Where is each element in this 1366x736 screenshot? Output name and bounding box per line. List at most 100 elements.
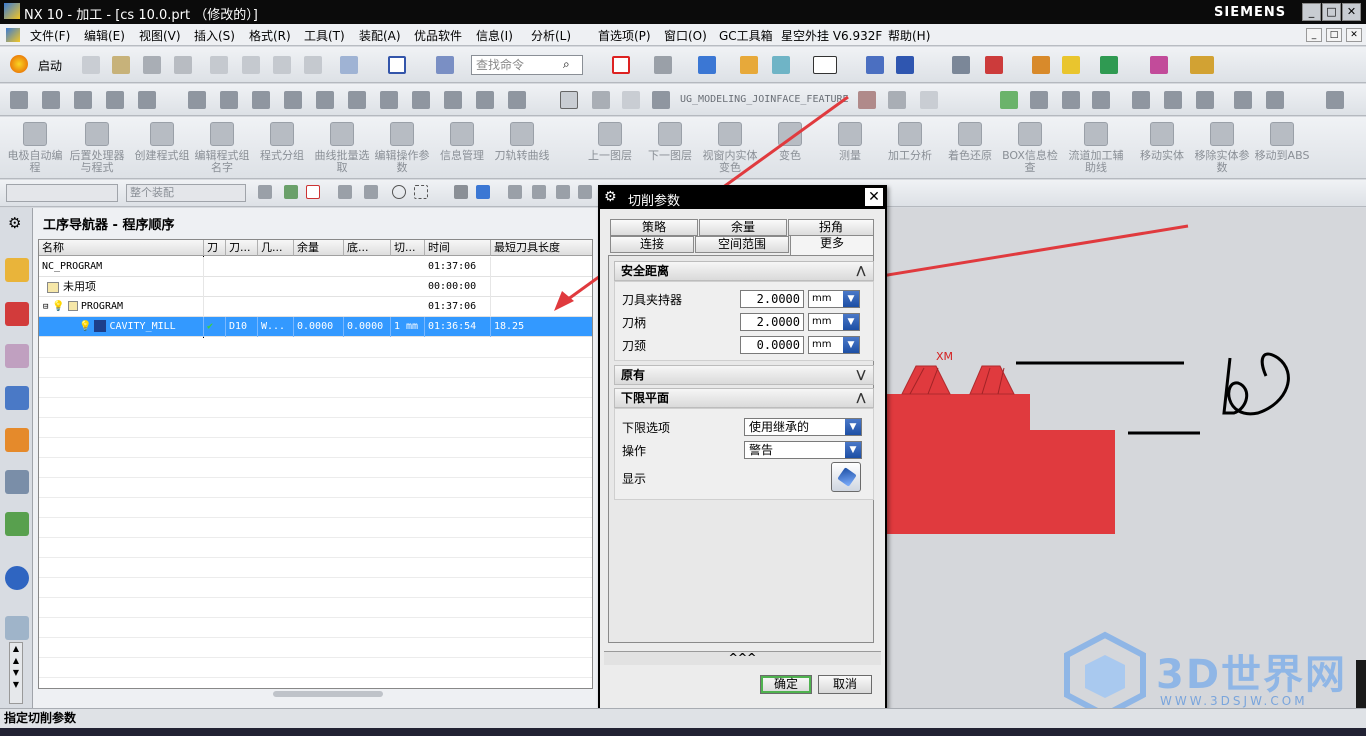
- cam-tool-12-icon[interactable]: [380, 91, 398, 109]
- collapse-up-icon[interactable]: ⋀: [853, 263, 869, 279]
- tool-e-icon[interactable]: [1164, 91, 1182, 109]
- edit-operation-params-button[interactable]: 编辑操作参数: [373, 122, 431, 174]
- col-tool[interactable]: 刀...: [226, 240, 258, 256]
- scope-filter-select[interactable]: 整个装配: [126, 184, 246, 202]
- col-floor[interactable]: 底...: [344, 240, 391, 256]
- col-tool-status[interactable]: 刀: [204, 240, 226, 256]
- tab-stock[interactable]: 余量: [699, 219, 787, 236]
- new-file-icon[interactable]: [82, 56, 100, 74]
- delete-icon[interactable]: [304, 56, 322, 74]
- menu-youpin[interactable]: 优品软件: [414, 27, 462, 44]
- machining-analysis-button[interactable]: 加工分析: [881, 122, 939, 162]
- feature-tool-2-icon[interactable]: [888, 91, 906, 109]
- csys-icon[interactable]: [985, 56, 1003, 74]
- shank-value-input[interactable]: 2.0000: [740, 313, 804, 331]
- cube-view-icon[interactable]: [698, 56, 716, 74]
- tool-g-icon[interactable]: [1234, 91, 1252, 109]
- menu-file[interactable]: 文件(F): [30, 27, 70, 44]
- tab-connection[interactable]: 连接: [610, 236, 694, 253]
- cam-tool-13-icon[interactable]: [412, 91, 430, 109]
- cam-tool-16-icon[interactable]: [508, 91, 526, 109]
- program-grouping-button[interactable]: 程式分组: [253, 122, 311, 162]
- constraint-navigator-icon[interactable]: [5, 302, 29, 326]
- type-filter-select[interactable]: [6, 184, 118, 202]
- grid-icon[interactable]: [1150, 56, 1168, 74]
- menu-analysis[interactable]: 分析(L): [531, 27, 571, 44]
- horizontal-scrollbar[interactable]: [273, 691, 383, 697]
- cam-tool-11-icon[interactable]: [348, 91, 366, 109]
- dialog-gear-icon[interactable]: ⚙: [604, 189, 617, 205]
- action-select[interactable]: 警告 ▼: [744, 441, 862, 459]
- filter-tool-6-icon[interactable]: [454, 185, 468, 199]
- analysis-icon[interactable]: [1062, 56, 1080, 74]
- table-row[interactable]: NC_PROGRAM 01:37:06: [39, 257, 592, 277]
- box-info-check-button[interactable]: BOX信息检查: [1001, 122, 1059, 174]
- menu-edit[interactable]: 编辑(E): [84, 27, 125, 44]
- menu-xingkong[interactable]: 星空外挂 V6.932F: [781, 27, 882, 44]
- filter-tool-7-icon[interactable]: [508, 185, 522, 199]
- cam-tool-4-icon[interactable]: [106, 91, 124, 109]
- section-lower-limit-header[interactable]: 下限平面 ⋀: [614, 388, 874, 408]
- electrode-auto-button[interactable]: 电极自动编程: [6, 122, 64, 174]
- fit-view-icon[interactable]: [612, 56, 630, 74]
- tool-c-icon[interactable]: [1092, 91, 1110, 109]
- menu-info[interactable]: 信息(I): [476, 27, 513, 44]
- background-color-icon[interactable]: [813, 56, 837, 74]
- maximize-button[interactable]: □: [1322, 3, 1341, 21]
- save-icon[interactable]: [143, 56, 161, 74]
- paste-icon[interactable]: [273, 56, 291, 74]
- play-icon[interactable]: [1100, 56, 1118, 74]
- remove-body-params-button[interactable]: 移除实体参数: [1193, 122, 1251, 174]
- restore-shading-button[interactable]: 着色还原: [941, 122, 999, 162]
- col-name[interactable]: 名称: [39, 240, 204, 256]
- menu-gc-toolbox[interactable]: GC工具箱: [719, 27, 773, 44]
- cam-tool-15-icon[interactable]: [476, 91, 494, 109]
- filter-tool-3-icon[interactable]: [306, 185, 320, 199]
- dialog-close-button[interactable]: ✕: [865, 188, 883, 206]
- tool-i-icon[interactable]: [1326, 91, 1344, 109]
- part-navigator-icon[interactable]: [5, 344, 29, 368]
- curve-batch-button[interactable]: 曲线批量选取: [313, 122, 371, 174]
- create-program-group-button[interactable]: 创建程式组: [133, 122, 191, 162]
- menu-view[interactable]: 视图(V): [139, 27, 181, 44]
- tool-d-icon[interactable]: [1132, 91, 1150, 109]
- filter-tool-4-icon[interactable]: [338, 185, 352, 199]
- cam-tool-1-icon[interactable]: [10, 91, 28, 109]
- tab-corner[interactable]: 拐角: [788, 219, 874, 236]
- cam-tool-6-icon[interactable]: [188, 91, 206, 109]
- table-row[interactable]: 未用项 00:00:00: [39, 277, 592, 297]
- tool-h-icon[interactable]: [1266, 91, 1284, 109]
- search-icon[interactable]: ⌕: [563, 57, 570, 72]
- close-button[interactable]: ✕: [1342, 3, 1361, 21]
- reuse-library-icon[interactable]: [5, 470, 29, 494]
- tool-f-icon[interactable]: [1196, 91, 1214, 109]
- filter-tool-5-icon[interactable]: [364, 185, 378, 199]
- tool-a-icon[interactable]: [1030, 91, 1048, 109]
- doc-minimize-button[interactable]: _: [1306, 28, 1322, 42]
- filter-cube-icon[interactable]: [476, 185, 490, 199]
- menu-window[interactable]: 窗口(O): [664, 27, 707, 44]
- library-icon[interactable]: [5, 512, 29, 536]
- info-icon[interactable]: [5, 566, 29, 590]
- tab-strategy[interactable]: 策略: [610, 219, 698, 236]
- section-legacy-header[interactable]: 原有 ⋁: [614, 365, 874, 385]
- check-tool-icon[interactable]: [1000, 91, 1018, 109]
- doc-restore-button[interactable]: □: [1326, 28, 1342, 42]
- info-window-icon[interactable]: [436, 56, 454, 74]
- menu-tools[interactable]: 工具(T): [304, 27, 345, 44]
- runner-aux-line-button[interactable]: 流道加工辅助线: [1067, 122, 1125, 174]
- cam-tool-7-icon[interactable]: [220, 91, 238, 109]
- tab-more[interactable]: 更多: [790, 235, 874, 256]
- post-process-button[interactable]: 后置处理器与程式: [68, 122, 126, 174]
- resource-settings-icon[interactable]: ⚙: [8, 214, 21, 232]
- table-row[interactable]: ⊟ 💡 PROGRAM 01:37:06: [39, 297, 592, 317]
- col-time[interactable]: 时间: [425, 240, 491, 256]
- doc-close-button[interactable]: ✕: [1346, 28, 1362, 42]
- menu-preferences[interactable]: 首选项(P): [598, 27, 651, 44]
- table-row-selected[interactable]: 💡 CAVITY_MILL ✔ D10 W... 0.0000 0.0000 1 …: [39, 317, 592, 337]
- feature-tool-3-icon[interactable]: [920, 91, 938, 109]
- print-icon[interactable]: [174, 56, 192, 74]
- holder-unit-select[interactable]: mm ▼: [808, 290, 860, 308]
- rect-select-icon[interactable]: [414, 185, 428, 199]
- lower-option-select[interactable]: 使用继承的 ▼: [744, 418, 862, 436]
